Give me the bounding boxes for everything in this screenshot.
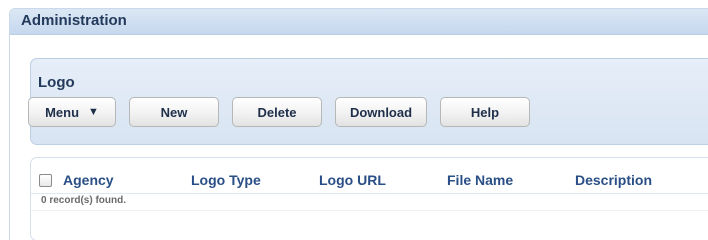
table-header-row: Agency Logo Type Logo URL File Name Desc… — [31, 170, 708, 192]
record-count-status: 0 record(s) found. — [41, 195, 127, 206]
header-divider — [31, 193, 708, 194]
download-button[interactable]: Download — [335, 97, 427, 127]
column-header-file-name[interactable]: File Name — [447, 172, 513, 188]
logo-table: Agency Logo Type Logo URL File Name Desc… — [30, 157, 708, 240]
logo-panel-title: Logo — [38, 74, 75, 91]
menu-button[interactable]: Menu ▼ — [28, 97, 116, 127]
administration-title: Administration — [21, 12, 127, 29]
status-divider — [31, 210, 708, 211]
new-button[interactable]: New — [129, 97, 219, 127]
help-button[interactable]: Help — [440, 97, 530, 127]
column-header-agency[interactable]: Agency — [63, 172, 114, 188]
column-header-logo-type[interactable]: Logo Type — [191, 172, 261, 188]
menu-button-label: Menu — [45, 104, 80, 120]
delete-button[interactable]: Delete — [232, 97, 322, 127]
logo-panel: Logo Menu ▼ New Delete Download Help — [28, 58, 708, 145]
column-header-description[interactable]: Description — [575, 172, 652, 188]
column-header-logo-url[interactable]: Logo URL — [319, 172, 386, 188]
administration-panel: Administration Logo Menu ▼ New Delete Do… — [9, 8, 708, 240]
select-all-checkbox[interactable] — [39, 174, 52, 187]
menu-dropdown-icon: ▼ — [88, 105, 99, 118]
